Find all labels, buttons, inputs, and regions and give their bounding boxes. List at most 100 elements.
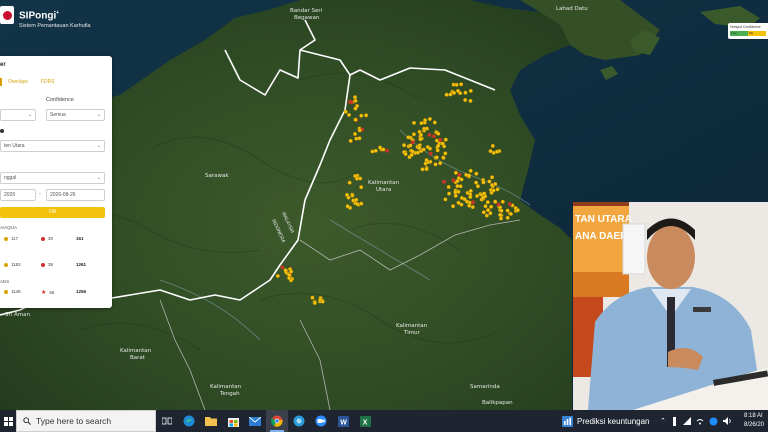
hotspot-marker[interactable] xyxy=(373,148,378,153)
hotspot-marker[interactable] xyxy=(408,143,413,148)
taskbar-app-browser[interactable] xyxy=(288,410,310,432)
hotspot-marker[interactable] xyxy=(357,136,362,141)
hotspot-marker[interactable] xyxy=(505,215,510,220)
hotspot-marker[interactable] xyxy=(488,211,493,216)
hotspot-marker[interactable] xyxy=(433,162,438,167)
hotspot-marker[interactable] xyxy=(436,131,441,136)
hotspot-marker[interactable] xyxy=(442,179,447,184)
hotspot-marker[interactable] xyxy=(403,152,408,157)
hotspot-marker[interactable] xyxy=(428,151,433,156)
hotspot-marker[interactable] xyxy=(345,204,350,209)
hotspot-marker[interactable] xyxy=(489,204,494,209)
hotspot-marker[interactable] xyxy=(411,132,416,137)
hotspot-marker[interactable] xyxy=(352,95,358,100)
hotspot-marker[interactable] xyxy=(459,202,464,207)
hotspot-marker[interactable] xyxy=(485,200,490,205)
hotspot-marker[interactable] xyxy=(402,143,407,148)
hotspot-marker[interactable] xyxy=(353,173,358,179)
hotspot-marker[interactable] xyxy=(275,273,280,279)
hotspot-marker[interactable] xyxy=(468,194,473,200)
hotspot-marker[interactable] xyxy=(488,149,493,154)
hotspot-marker[interactable] xyxy=(344,192,350,197)
taskbar-app-excel[interactable]: X xyxy=(354,410,376,432)
taskbar-app-chrome[interactable] xyxy=(266,410,288,432)
hotspot-marker[interactable] xyxy=(481,195,486,200)
hotspot-marker[interactable] xyxy=(444,92,449,97)
hotspot-marker[interactable] xyxy=(496,202,501,207)
hotspot-marker[interactable] xyxy=(353,117,358,122)
hotspot-marker[interactable] xyxy=(484,213,489,218)
hotspot-marker[interactable] xyxy=(424,158,429,163)
task-view-button[interactable] xyxy=(156,410,178,432)
hotspot-marker[interactable] xyxy=(359,113,364,118)
hotspot-marker[interactable] xyxy=(481,210,486,215)
hotspot-marker[interactable] xyxy=(443,197,448,202)
hotspot-marker[interactable] xyxy=(455,184,460,189)
hotspot-marker[interactable] xyxy=(434,138,440,143)
hotspot-marker[interactable] xyxy=(498,216,504,221)
hotspot-marker[interactable] xyxy=(491,188,496,193)
hotspot-marker[interactable] xyxy=(423,118,428,123)
hotspot-marker[interactable] xyxy=(431,134,437,139)
hotspot-marker[interactable] xyxy=(443,151,448,156)
hotspot-marker[interactable] xyxy=(421,147,426,152)
hotspot-marker[interactable] xyxy=(418,132,424,137)
hotspot-marker[interactable] xyxy=(427,116,432,122)
hotspot-marker[interactable] xyxy=(441,155,446,160)
taskbar-search-input[interactable]: Type here to search xyxy=(16,410,156,432)
hotspot-marker[interactable] xyxy=(422,126,427,131)
hotspot-marker[interactable] xyxy=(418,137,423,142)
tab-fdrs[interactable]: FDRS xyxy=(41,79,55,85)
hotspot-marker[interactable] xyxy=(370,149,375,154)
hotspot-marker[interactable] xyxy=(280,265,285,270)
wifi-icon[interactable] xyxy=(696,417,704,425)
network-icon[interactable] xyxy=(682,417,691,425)
hotspot-marker[interactable] xyxy=(411,120,417,125)
hotspot-marker[interactable] xyxy=(436,143,441,148)
chevron-up-icon[interactable]: ⌃ xyxy=(660,417,666,425)
hotspot-marker[interactable] xyxy=(353,106,358,111)
hotspot-marker[interactable] xyxy=(455,179,460,184)
satellite-select[interactable]: ⌄ xyxy=(0,109,36,121)
hotspot-marker[interactable] xyxy=(474,171,479,176)
taskbar-app-explorer[interactable] xyxy=(200,410,222,432)
hotspot-marker[interactable] xyxy=(452,90,457,95)
hotspot-marker[interactable] xyxy=(471,200,476,205)
radio-selected-icon[interactable] xyxy=(0,129,4,133)
hotspot-marker[interactable] xyxy=(515,208,520,213)
hotspot-marker[interactable] xyxy=(470,205,475,210)
hotspot-marker[interactable] xyxy=(453,193,458,198)
hotspot-marker[interactable] xyxy=(438,161,443,166)
hotspot-marker[interactable] xyxy=(406,135,411,140)
usb-icon[interactable] xyxy=(671,416,678,426)
hotspot-marker[interactable] xyxy=(415,150,420,155)
hotspot-marker[interactable] xyxy=(463,97,468,103)
hotspot-marker[interactable] xyxy=(289,269,294,274)
hotspot-marker[interactable] xyxy=(468,88,473,93)
date-start-input[interactable]: 2026 xyxy=(0,189,36,201)
hotspot-marker[interactable] xyxy=(443,137,448,142)
hotspot-marker[interactable] xyxy=(378,145,383,150)
hotspot-marker[interactable] xyxy=(463,90,468,95)
hotspot-marker[interactable] xyxy=(440,141,445,146)
hotspot-marker[interactable] xyxy=(507,202,512,207)
confidence-select[interactable]: Semua ⌄ xyxy=(46,109,105,121)
hotspot-marker[interactable] xyxy=(359,201,364,206)
filter-button[interactable]: Filt xyxy=(0,207,105,218)
hotspot-marker[interactable] xyxy=(467,173,472,178)
hotspot-marker[interactable] xyxy=(493,199,498,204)
hotspot-marker[interactable] xyxy=(490,143,495,148)
hotspot-marker[interactable] xyxy=(446,184,451,190)
hotspot-marker[interactable] xyxy=(481,180,486,185)
hotspot-marker[interactable] xyxy=(490,175,495,180)
hotspot-marker[interactable] xyxy=(409,152,414,158)
hotspot-marker[interactable] xyxy=(508,211,513,216)
taskbar-app-word[interactable]: W xyxy=(332,410,354,432)
hotspot-marker[interactable] xyxy=(320,299,325,304)
hotspot-marker[interactable] xyxy=(348,138,353,143)
hotspot-marker[interactable] xyxy=(505,208,510,213)
hotspot-marker[interactable] xyxy=(483,204,488,209)
hotspot-marker[interactable] xyxy=(462,197,467,202)
hotspot-marker[interactable] xyxy=(347,180,352,185)
hotspot-marker[interactable] xyxy=(349,100,354,105)
